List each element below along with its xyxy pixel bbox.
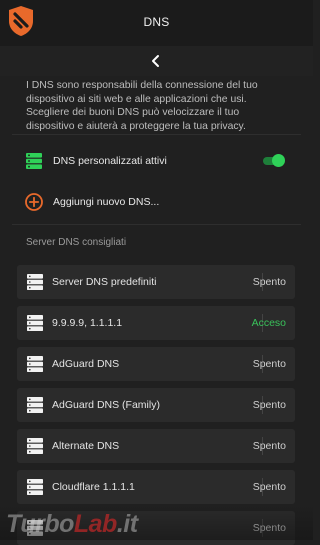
server-name: 9.9.9.9, 1.1.1.1 <box>52 317 123 329</box>
page-title: DNS <box>143 15 170 29</box>
app-header: DNS <box>0 0 313 46</box>
dns-description: I DNS sono responsabili della connession… <box>26 80 258 132</box>
server-name: AdGuard DNS (Family) <box>52 399 160 411</box>
server-name: Server DNS predefiniti <box>52 276 157 288</box>
custom-dns-row[interactable]: DNS personalizzati attivi <box>0 146 313 176</box>
divider <box>12 224 301 225</box>
toggle-knob <box>272 154 285 167</box>
server-status: Spento <box>252 276 286 288</box>
plus-circle-icon <box>25 193 43 211</box>
add-dns-label: Aggiungi nuovo DNS... <box>53 196 160 208</box>
server-item[interactable]: Cloudflare 1.1.1.1 Spento <box>17 470 295 504</box>
server-status: Acceso <box>251 317 286 329</box>
server-name: AdGuard DNS <box>52 358 120 370</box>
server-name: Cloudflare 1.1.1.1 <box>52 481 135 493</box>
custom-dns-label: DNS personalizzati attivi <box>53 155 167 167</box>
server-icon <box>27 356 43 372</box>
nav-row <box>0 46 313 76</box>
section-label: Server DNS consigliati <box>26 237 127 248</box>
server-status: Spento <box>252 358 286 370</box>
server-item[interactable]: 9.9.9.9, 1.1.1.1 Acceso <box>17 306 295 340</box>
server-item[interactable]: AdGuard DNS (Family) Spento <box>17 388 295 422</box>
server-name: Alternate DNS <box>52 440 120 452</box>
server-status: Spento <box>252 399 286 411</box>
server-icon <box>27 397 43 413</box>
server-icon <box>27 520 43 536</box>
server-status: Spento <box>252 440 286 452</box>
server-icon <box>27 274 43 290</box>
server-status: Spento <box>252 522 286 534</box>
server-item[interactable]: Alternate DNS Spento <box>17 429 295 463</box>
server-stack-icon <box>26 153 42 169</box>
server-item[interactable]: Server DNS predefiniti Spento <box>17 265 295 299</box>
add-dns-row[interactable]: Aggiungi nuovo DNS... <box>0 187 313 217</box>
back-button[interactable] <box>146 51 166 71</box>
server-item[interactable]: AdGuard DNS Spento <box>17 347 295 381</box>
divider <box>12 134 301 135</box>
server-icon <box>27 315 43 331</box>
server-icon <box>27 438 43 454</box>
custom-dns-toggle[interactable] <box>263 154 285 167</box>
server-status: Spento <box>252 481 286 493</box>
server-icon <box>27 479 43 495</box>
chevron-left-icon <box>152 55 159 67</box>
